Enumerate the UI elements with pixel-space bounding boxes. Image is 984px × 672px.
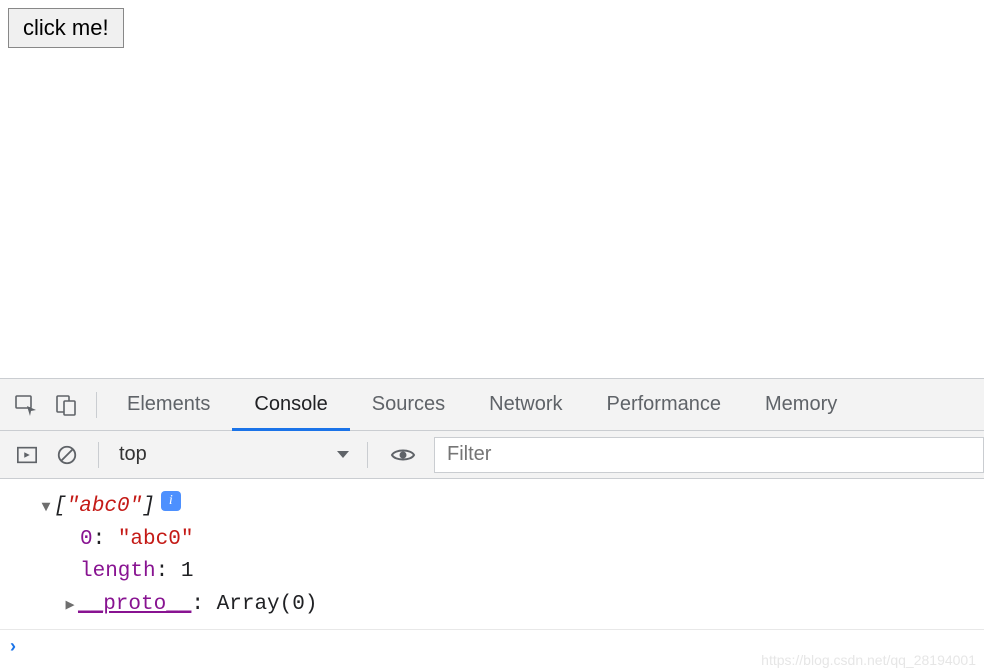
tab-network[interactable]: Network <box>467 379 584 430</box>
context-label: top <box>119 443 147 466</box>
filter-input[interactable] <box>434 437 984 473</box>
info-icon[interactable]: i <box>161 491 181 511</box>
devtools-panel: Elements Console Sources Network Perform… <box>0 378 984 663</box>
tabbar-separator <box>96 392 97 418</box>
toolbar-separator-2 <box>367 442 368 468</box>
log-entry-0: 0: "abc0" <box>80 524 984 557</box>
toggle-sidebar-icon[interactable] <box>16 444 38 466</box>
log-length: length: 1 <box>80 556 984 589</box>
inspect-element-icon[interactable] <box>14 393 38 417</box>
array-summary-value: "abc0" <box>67 495 143 518</box>
log-proto: ▶ __proto__: Array(0) <box>62 589 984 622</box>
length-key: length <box>80 560 156 583</box>
chevron-down-icon <box>335 449 351 461</box>
live-expression-icon[interactable] <box>390 446 416 464</box>
proto-key: __proto__ <box>78 593 191 616</box>
context-selector[interactable]: top <box>103 443 363 466</box>
device-toolbar-icon[interactable] <box>54 393 78 417</box>
prompt-chevron-icon: › <box>10 636 16 656</box>
click-me-button[interactable]: click me! <box>8 8 124 48</box>
console-prompt[interactable]: › <box>0 629 984 663</box>
console-output: ▼ ["abc0"] i 0: "abc0" length: 1 ▶ __pro… <box>0 479 984 629</box>
tab-performance[interactable]: Performance <box>585 379 744 430</box>
devtools-tabbar: Elements Console Sources Network Perform… <box>0 379 984 431</box>
tab-sources[interactable]: Sources <box>350 379 467 430</box>
log-array-summary: ▼ ["abc0"] i <box>38 491 984 524</box>
colon: : <box>191 593 216 616</box>
page-viewport: click me! <box>0 0 984 378</box>
tabbar-leading-icons <box>0 393 92 417</box>
colon: : <box>156 560 181 583</box>
bracket-close: ] <box>142 495 155 518</box>
console-toolbar: top <box>0 431 984 479</box>
expand-arrow-down-icon[interactable]: ▼ <box>38 496 54 519</box>
clear-console-icon[interactable] <box>56 444 78 466</box>
tab-elements[interactable]: Elements <box>105 379 232 430</box>
entry-key: 0 <box>80 528 93 551</box>
tab-console[interactable]: Console <box>232 379 349 430</box>
proto-value: Array(0) <box>217 593 318 616</box>
colon: : <box>93 528 118 551</box>
toolbar-separator-1 <box>98 442 99 468</box>
length-value: 1 <box>181 560 194 583</box>
bracket-open: [ <box>54 495 67 518</box>
entry-value: "abc0" <box>118 528 194 551</box>
tab-memory[interactable]: Memory <box>743 379 859 430</box>
expand-arrow-right-icon[interactable]: ▶ <box>62 594 78 617</box>
